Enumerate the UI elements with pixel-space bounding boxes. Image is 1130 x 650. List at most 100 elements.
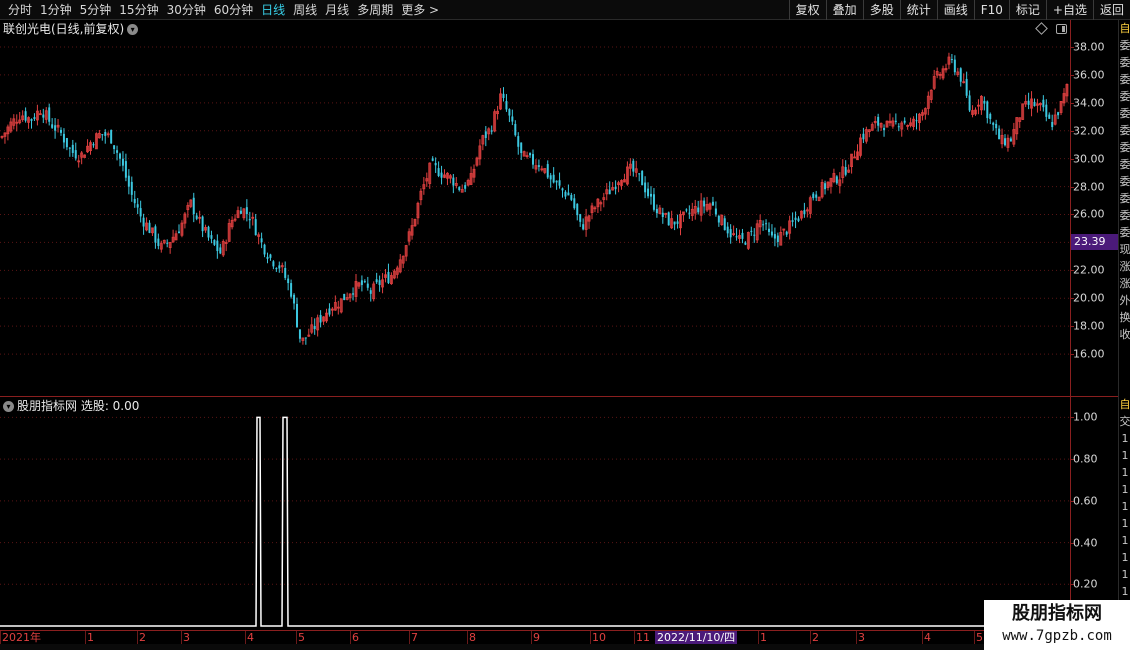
date-separator	[634, 631, 635, 645]
candle-body	[676, 221, 679, 224]
candle-body	[555, 180, 558, 183]
period-tab[interactable]: 月线	[321, 0, 353, 20]
period-tab[interactable]: 多周期	[353, 0, 397, 20]
strip-char: 1	[1121, 568, 1129, 581]
strip-char: 委	[1119, 107, 1130, 120]
date-separator	[137, 631, 138, 645]
price-axis-label: 18.00	[1073, 319, 1105, 333]
toolbar-button[interactable]: F10	[973, 0, 1009, 20]
indicator-axis: 1.00 0.80 0.60 0.40 0.20	[1071, 397, 1116, 629]
date-separator	[0, 631, 1, 645]
candle-body	[776, 235, 779, 242]
candle-body	[965, 78, 968, 96]
candle-body	[48, 107, 51, 122]
strip-char: 1	[1121, 500, 1129, 513]
candle-body	[723, 218, 726, 231]
price-axis-label: 32.00	[1073, 124, 1105, 138]
strip-gap	[1119, 343, 1130, 396]
candle-body	[369, 290, 372, 294]
candle-body	[517, 136, 520, 147]
candle-body	[104, 132, 107, 136]
candle-body	[343, 293, 346, 301]
candle-body	[765, 223, 768, 225]
right-info-strip[interactable]: 自委委委委委委委委委委委委现涨涨外换收自交1111111111	[1118, 20, 1130, 630]
period-tab[interactable]: 更多 >	[397, 0, 443, 20]
period-tab[interactable]: 5分钟	[76, 0, 116, 20]
toolbar-button[interactable]: 标记	[1008, 0, 1046, 20]
strip-char: 委	[1119, 192, 1130, 205]
toolbar-button[interactable]: 复权	[788, 0, 826, 20]
candle-body	[741, 232, 744, 239]
candle-body	[561, 188, 564, 191]
toolbar-button[interactable]: 多股	[862, 0, 900, 20]
candle-body	[661, 212, 664, 218]
indicator-chart[interactable]	[0, 397, 1070, 629]
candle-body	[124, 161, 127, 178]
candle-body	[304, 337, 307, 339]
date-label: 7	[411, 631, 418, 644]
candle-body	[735, 236, 738, 238]
candle-body	[464, 185, 467, 189]
period-tab[interactable]: 30分钟	[163, 0, 210, 20]
candle-body	[894, 120, 897, 122]
price-chart[interactable]	[0, 20, 1070, 396]
candle-body	[490, 130, 493, 132]
period-tab[interactable]: 周线	[289, 0, 321, 20]
toolbar-button[interactable]: 返回	[1092, 0, 1130, 20]
indicator-title[interactable]: ▾ 股朋指标网 选股: 0.00	[3, 398, 139, 414]
candle-body	[133, 199, 136, 204]
candle-body	[363, 281, 366, 283]
candle-body	[92, 144, 95, 146]
candle-body	[121, 158, 124, 166]
candle-body	[1033, 101, 1036, 107]
period-tab[interactable]: 分时	[4, 0, 36, 20]
candle-body	[142, 217, 145, 227]
strip-char: 1	[1121, 483, 1129, 496]
candle-body	[431, 158, 434, 161]
candle-body	[54, 125, 57, 131]
candle-body	[773, 234, 776, 239]
period-tab[interactable]: 60分钟	[210, 0, 257, 20]
candle-body	[573, 198, 576, 209]
price-axis-label: 36.00	[1073, 68, 1105, 82]
candle-body	[803, 210, 806, 215]
candle-body	[260, 238, 263, 243]
candle-body	[269, 254, 272, 258]
candle-body	[366, 283, 369, 288]
candle-body	[1009, 138, 1012, 142]
indicator-signal-line	[0, 416, 1068, 627]
candle-body	[130, 181, 133, 195]
strip-char: 现	[1119, 243, 1130, 256]
candle-body	[529, 153, 532, 156]
period-tab[interactable]: 15分钟	[115, 0, 162, 20]
date-label: 2021年	[2, 631, 41, 644]
period-tab[interactable]: 1分钟	[36, 0, 76, 20]
candle-body	[714, 208, 717, 215]
candle-body	[903, 120, 906, 123]
candle-body	[293, 294, 296, 304]
toolbar-button[interactable]: +自选	[1045, 0, 1093, 20]
candle-body	[484, 131, 487, 139]
candle-body	[986, 101, 989, 119]
strip-char: 收	[1119, 328, 1130, 341]
toolbar-button[interactable]: 统计	[899, 0, 937, 20]
period-tab[interactable]: 日线	[257, 0, 289, 20]
candle-body	[711, 201, 714, 206]
candle-body	[632, 160, 635, 172]
toolbar-button[interactable]: 画线	[936, 0, 974, 20]
candle-body	[272, 261, 275, 267]
date-label: 8	[469, 631, 476, 644]
toolbar-button[interactable]: 叠加	[825, 0, 863, 20]
panel-divider[interactable]	[0, 396, 1130, 397]
candle-body	[71, 144, 74, 153]
candle-body	[313, 325, 316, 330]
candle-body	[440, 172, 443, 178]
strip-char: 1	[1121, 432, 1129, 445]
candle-body	[770, 231, 773, 236]
date-label: 4	[247, 631, 254, 644]
candle-body	[815, 194, 818, 198]
candle-body	[239, 210, 242, 214]
strip-char: 委	[1119, 39, 1130, 52]
chevron-down-icon[interactable]: ▾	[3, 401, 14, 412]
candle-body	[897, 126, 900, 128]
